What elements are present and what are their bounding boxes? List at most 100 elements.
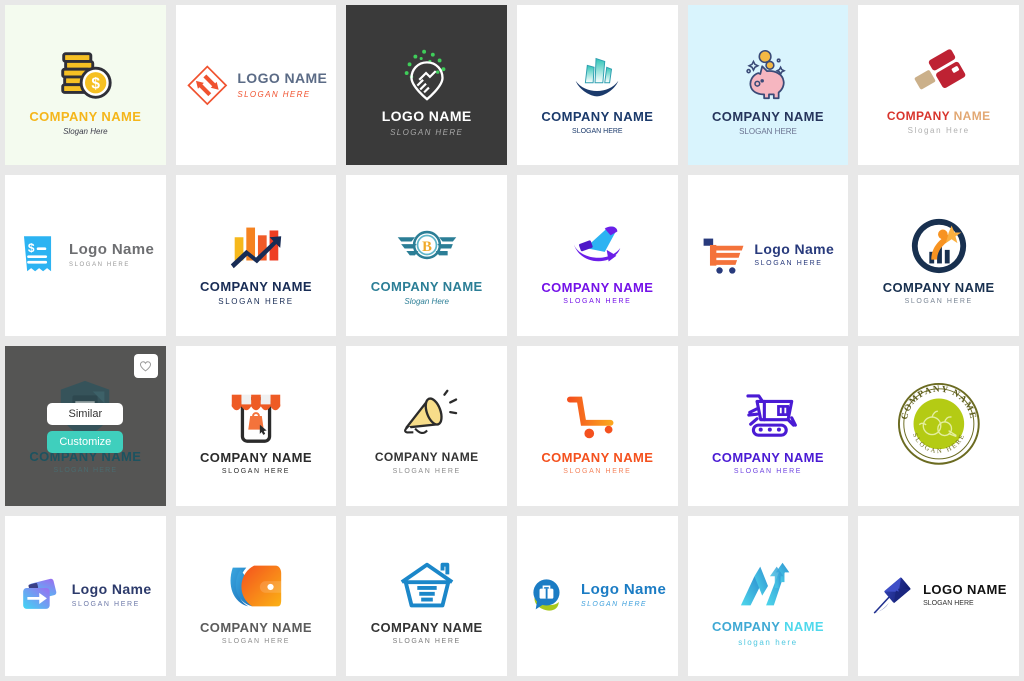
logo-title: Logo Name [754,240,835,257]
shopping-cart-e-icon [702,233,747,278]
robot-cart-icon [737,375,799,447]
similar-button[interactable]: Similar [47,402,124,425]
logo-card[interactable]: LOGO NAME SLOGAN HERE [858,515,1019,676]
logo-slogan: SLOGAN HERE [563,468,632,476]
logo-title: COMPANY NAME [370,278,483,294]
customize-button[interactable]: Customize [47,430,124,453]
logo-card[interactable]: Logo Name SLOGAN HERE [687,175,849,336]
coin-stack-dollar-icon: $ [54,34,116,106]
svg-text:$: $ [92,75,101,92]
logo-title: COMPANY NAME [541,109,654,125]
logo-slogan: SLOGAN HERE [733,468,803,476]
logo-slogan: Slogan Here [63,126,108,136]
logo-title: COMPANY NAME [370,620,483,636]
cart-speed-lines-icon [566,375,628,447]
mobile-shop-icon [225,375,287,447]
heart-icon [140,360,152,371]
logo-card[interactable]: COMPANY NAME Slogan Here [858,5,1019,166]
rocket-swoosh-icon [566,205,628,277]
send-card-arrow-icon [19,574,64,619]
logo-slogan: SLOGAN HERE [237,89,311,99]
house-cart-icon [396,545,458,617]
logo-title: LOGO NAME [237,70,328,87]
logo-slogan: SLOGAN HERE [218,297,294,307]
briefcase-chat-icon [528,574,573,619]
logo-card[interactable]: COMPANY NAME SLOGAN HERE [175,515,337,676]
logo-slogan: SLOGAN HERE [69,261,130,268]
logo-card[interactable]: COMPANY NAME SLOGAN HERE [175,175,337,336]
card-action-buttons: Similar Customize [5,402,166,453]
logo-slogan: slogan here [738,637,798,647]
logo-slogan: SLOGAN HERE [221,468,291,476]
logo-slogan: SLOGAN HERE [392,467,461,475]
logo-title: COMPANY NAME [541,279,654,295]
logo-title: Logo Name [581,580,667,598]
card-hover-overlay: COMPANY NAME SLOGAN HERE Similar Customi… [5,345,166,506]
logo-slogan: SLOGAN HERE [739,126,797,136]
logo-title: Logo Name [69,241,155,259]
logo-slogan: SLOGAN HERE [904,297,973,305]
logo-title: COMPANY NAME [374,450,479,465]
logo-title: COMPANY NAME [541,449,654,465]
logo-card[interactable]: COMPANY NAME SLOGAN HERE [517,175,678,336]
wallet-swoosh-icon [225,545,287,617]
logo-slogan: SLOGAN HERE [572,127,623,135]
logo-card[interactable]: COMPANY NAME SLOGAN HERE [687,345,849,506]
logo-card[interactable]: COMPANY NAME SLOGAN HERE [517,5,678,166]
logo-card[interactable]: COMPANY NAME SLOGAN HERE [175,345,337,506]
logo-title: COMPANY NAME [882,279,995,295]
invoice-dollar-icon: $ [16,233,61,278]
favorite-button[interactable] [133,353,158,378]
logo-title: COMPANY NAME [712,449,824,465]
logo-slogan: SLOGAN HERE [923,600,974,608]
logo-title: Logo Name [71,581,152,598]
envelope-dart-icon [870,574,915,619]
logo-slogan: SLOGAN HERE [221,638,291,646]
logo-slogan: SLOGAN HERE [563,297,632,305]
credit-cards-icon [908,34,970,106]
handshake-pin-icon [396,33,458,105]
logo-slogan: SLOGAN HERE [581,601,647,609]
logo-slogan: Slogan Here [404,297,449,307]
logo-title: COMPANY NAME [200,620,312,636]
logo-title: COMPANY NAME [200,278,312,294]
logo-card[interactable]: $ Logo Name SLOGAN HERE [5,175,166,336]
logo-card[interactable]: B COMPANY NAME Slogan Here [346,175,507,336]
logo-card[interactable]: LOGO NAME SLOGAN HERE [175,5,337,166]
logo-card[interactable]: COMPANY NAME SLOGAN HERE [346,345,507,506]
logo-title: COMPANY NAME [712,619,824,635]
logo-card[interactable]: COMPANY NAME SLOGAN HERE [858,175,1019,336]
logo-card[interactable]: COMPANY NAME SLOGAN HERE [858,345,1019,506]
vegetable-badge-icon: COMPANY NAME SLOGAN HERE [897,382,981,466]
logo-card[interactable]: $ COMPANY NAME Slogan Here [5,5,166,166]
logo-slogan: SLOGAN HERE [392,638,461,646]
logo-card[interactable]: Logo Name SLOGAN HERE [517,515,678,676]
logo-card[interactable]: LOGO NAME SLOGAN HERE [346,5,507,166]
logo-slogan: SLOGAN HERE [71,600,140,608]
logo-slogan: SLOGAN HERE [754,260,823,268]
svg-text:B: B [422,239,432,255]
logo-title: COMPANY NAME [886,109,991,124]
logo-title: COMPANY NAME [712,108,824,124]
logo-title: LOGO NAME [381,108,472,125]
logo-card[interactable]: COMPANY NAME SLOGAN HERE [687,5,849,166]
logo-title: LOGO NAME [923,582,1007,598]
growth-arrows-n-icon [737,544,799,616]
logo-card[interactable]: Logo Name SLOGAN HERE [5,515,166,676]
logo-card[interactable]: COMPANY NAME SLOGAN HERE [517,345,678,506]
logo-title: COMPANY NAME [200,449,312,465]
diamond-arrows-icon [185,63,230,108]
megaphone-icon [396,375,458,447]
person-star-chart-icon [908,205,970,277]
logo-template-grid: $ COMPANY NAME Slogan Here LOGO NAME SLO… [0,0,1024,681]
logo-card[interactable]: COMPANY NAME slogan here [687,515,849,676]
logo-card[interactable]: COMPANY NAME SLOGAN HERE [346,515,507,676]
logo-title: COMPANY NAME [29,108,142,124]
logo-slogan: SLOGAN HERE [53,467,118,475]
piggy-bank-icon [737,34,799,106]
bitcoin-wings-icon: B [396,204,458,276]
logo-card[interactable]: COMPANY NAME SLOGAN HERE COMPANY NAME SL… [5,345,166,506]
bar-chart-arrow-icon [225,204,287,276]
svg-text:$: $ [28,241,35,255]
buildings-wave-icon [566,34,628,106]
